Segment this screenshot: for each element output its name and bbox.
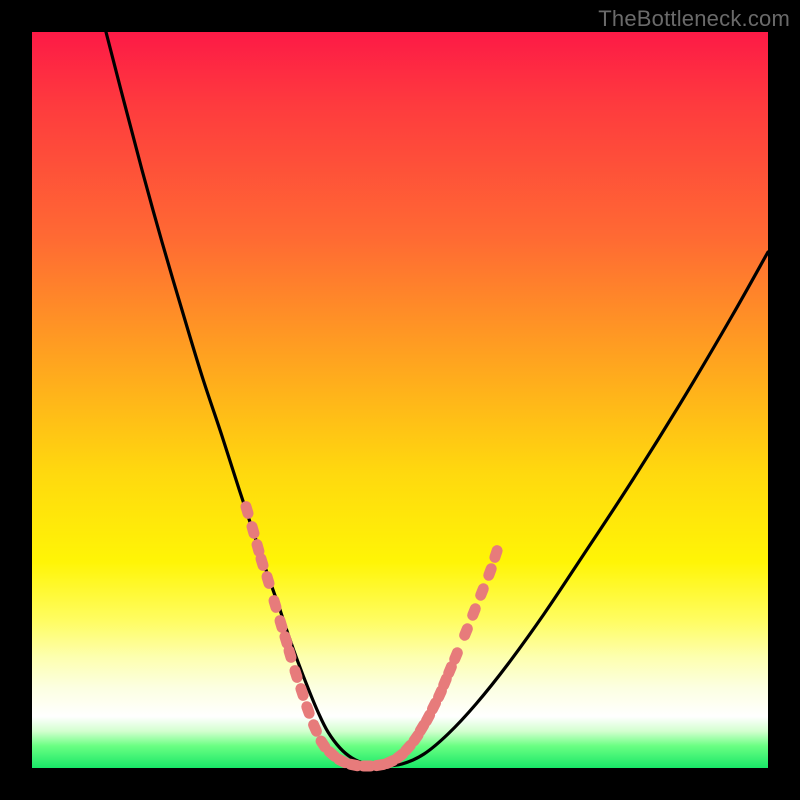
bottleneck-curve (106, 32, 768, 766)
watermark-text: TheBottleneck.com (598, 6, 790, 32)
curve-svg (32, 32, 768, 768)
plot-area (32, 32, 768, 768)
chart-frame: TheBottleneck.com (0, 0, 800, 800)
highlighted-points (239, 500, 504, 772)
